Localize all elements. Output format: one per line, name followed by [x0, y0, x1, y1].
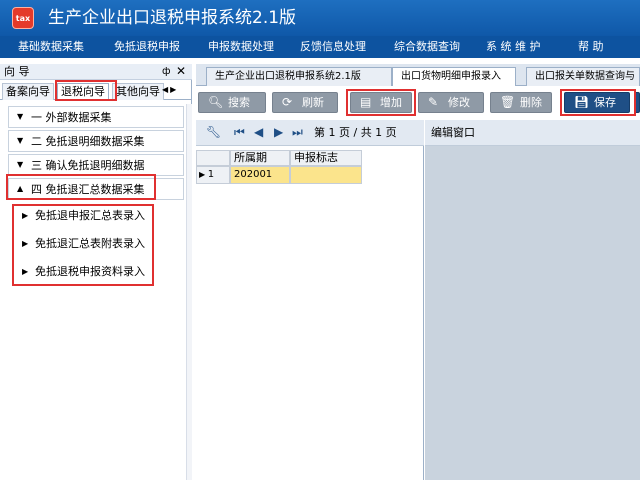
row-indicator: ▶ 1 — [196, 166, 230, 184]
tab-scroll-arrows-icon[interactable]: ◀▶ — [162, 85, 178, 94]
document-tab-strip: 生产企业出口退税申报系统2.1版 出口货物明细申报录入 出口报关单数据查询与 — [196, 64, 640, 86]
title-bar: tax 生产企业出口退税申报系统2.1版 — [0, 0, 640, 36]
tab-customs-query[interactable]: 出口报关单数据查询与 — [526, 67, 640, 86]
highlight-box — [12, 204, 154, 286]
menu-system[interactable]: 系 统 维 护 — [486, 39, 541, 55]
edit-panel-title: 编辑窗口 — [431, 126, 475, 139]
refresh-icon: ⟳ — [282, 95, 293, 109]
delete-button[interactable]: 🗑︎ 删除 — [490, 92, 552, 113]
edit-panel-header: 编辑窗口 — [425, 120, 640, 146]
pager: 🔧︎ ⏮︎ ◀ ▶ ⏭︎ 第 1 页 / 共 1 页 — [196, 120, 424, 146]
trash-icon: 🗑︎ — [500, 95, 516, 109]
refresh-button[interactable]: ⟳ 刷新 — [272, 92, 338, 113]
wizard-scrollbar[interactable] — [186, 104, 192, 480]
wrench-icon[interactable]: 🔧︎ — [206, 124, 221, 140]
next-page-icon[interactable]: ▶ — [274, 124, 283, 140]
app-logo-icon: tax — [12, 7, 34, 29]
chevron-down-icon: ▼ — [17, 136, 24, 145]
record-list-panel: 🔧︎ ⏮︎ ◀ ▶ ⏭︎ 第 1 页 / 共 1 页 所属期 申报标志 ▶ 1 … — [196, 120, 424, 480]
search-button[interactable]: 🔍︎ 搜索 — [198, 92, 266, 113]
grid-corner-cell — [196, 150, 230, 166]
tab-export-detail-entry[interactable]: 出口货物明细申报录入 — [392, 67, 516, 86]
toolbar: 🔍︎ 搜索 ⟳ 刷新 ▤ 增加 ✎ 修改 🗑︎ 删除 💾︎ 保存 — [196, 88, 640, 118]
menu-basic-data[interactable]: 基础数据采集 — [18, 39, 84, 55]
prev-page-icon[interactable]: ◀ — [254, 124, 263, 140]
wizard-panel-title: 向 导 — [4, 65, 30, 78]
highlight-box — [346, 89, 416, 116]
wizard-panel: 向 导 ф ✕ 备案向导 退税向导 其他向导 ◀▶ ▼ 一 外部数据采集 ▼ 二… — [0, 64, 192, 480]
menu-query[interactable]: 综合数据查询 — [394, 39, 460, 55]
nav-group-label: 二 免抵退明细数据采集 — [31, 135, 145, 148]
menu-declare-processing[interactable]: 申报数据处理 — [208, 39, 274, 55]
highlight-box — [55, 80, 117, 101]
row-pointer-icon: ▶ — [199, 170, 208, 179]
edit-icon: ✎ — [428, 95, 439, 109]
nav-group-detail-collection[interactable]: ▼ 二 免抵退明细数据采集 — [8, 130, 184, 152]
edit-panel: 编辑窗口 — [425, 120, 640, 480]
first-page-icon[interactable]: ⏮︎ — [234, 124, 245, 140]
cell-period[interactable]: 202001 — [230, 166, 290, 184]
edit-button[interactable]: ✎ 修改 — [418, 92, 484, 113]
column-header-flag[interactable]: 申报标志 — [290, 150, 362, 166]
close-icon[interactable]: ✕ — [176, 64, 186, 78]
chevron-down-icon: ▼ — [17, 160, 24, 169]
tab-home[interactable]: 生产企业出口退税申报系统2.1版 — [206, 67, 392, 86]
highlight-box — [6, 174, 156, 200]
menu-tax-refund-declare[interactable]: 免抵退税申报 — [114, 39, 180, 55]
column-header-period[interactable]: 所属期 — [230, 150, 290, 166]
page-indicator: 第 1 页 / 共 1 页 — [314, 126, 397, 139]
cell-flag[interactable] — [290, 166, 362, 184]
nav-group-label: 一 外部数据采集 — [31, 111, 112, 124]
tab-other-wizard[interactable]: 其他向导 — [112, 83, 164, 100]
nav-group-label: 三 确认免抵退明细数据 — [31, 159, 145, 172]
menu-bar: 基础数据采集 免抵退税申报 申报数据处理 反馈信息处理 综合数据查询 系 统 维… — [0, 36, 640, 58]
pin-icon[interactable]: ф — [162, 65, 171, 79]
menu-feedback[interactable]: 反馈信息处理 — [300, 39, 366, 55]
highlight-box — [560, 89, 636, 116]
chevron-down-icon: ▼ — [17, 112, 24, 121]
tab-filing-wizard[interactable]: 备案向导 — [2, 83, 54, 100]
last-page-icon[interactable]: ⏭︎ — [292, 124, 303, 140]
nav-group-confirm-detail[interactable]: ▼ 三 确认免抵退明细数据 — [8, 154, 184, 176]
wizard-panel-header: 向 导 ф ✕ — [0, 64, 192, 80]
nav-group-external-data[interactable]: ▼ 一 外部数据采集 — [8, 106, 184, 128]
menu-help[interactable]: 帮 助 — [578, 39, 604, 55]
app-title: 生产企业出口退税申报系统2.1版 — [48, 8, 297, 28]
search-icon: 🔍︎ — [208, 95, 224, 109]
